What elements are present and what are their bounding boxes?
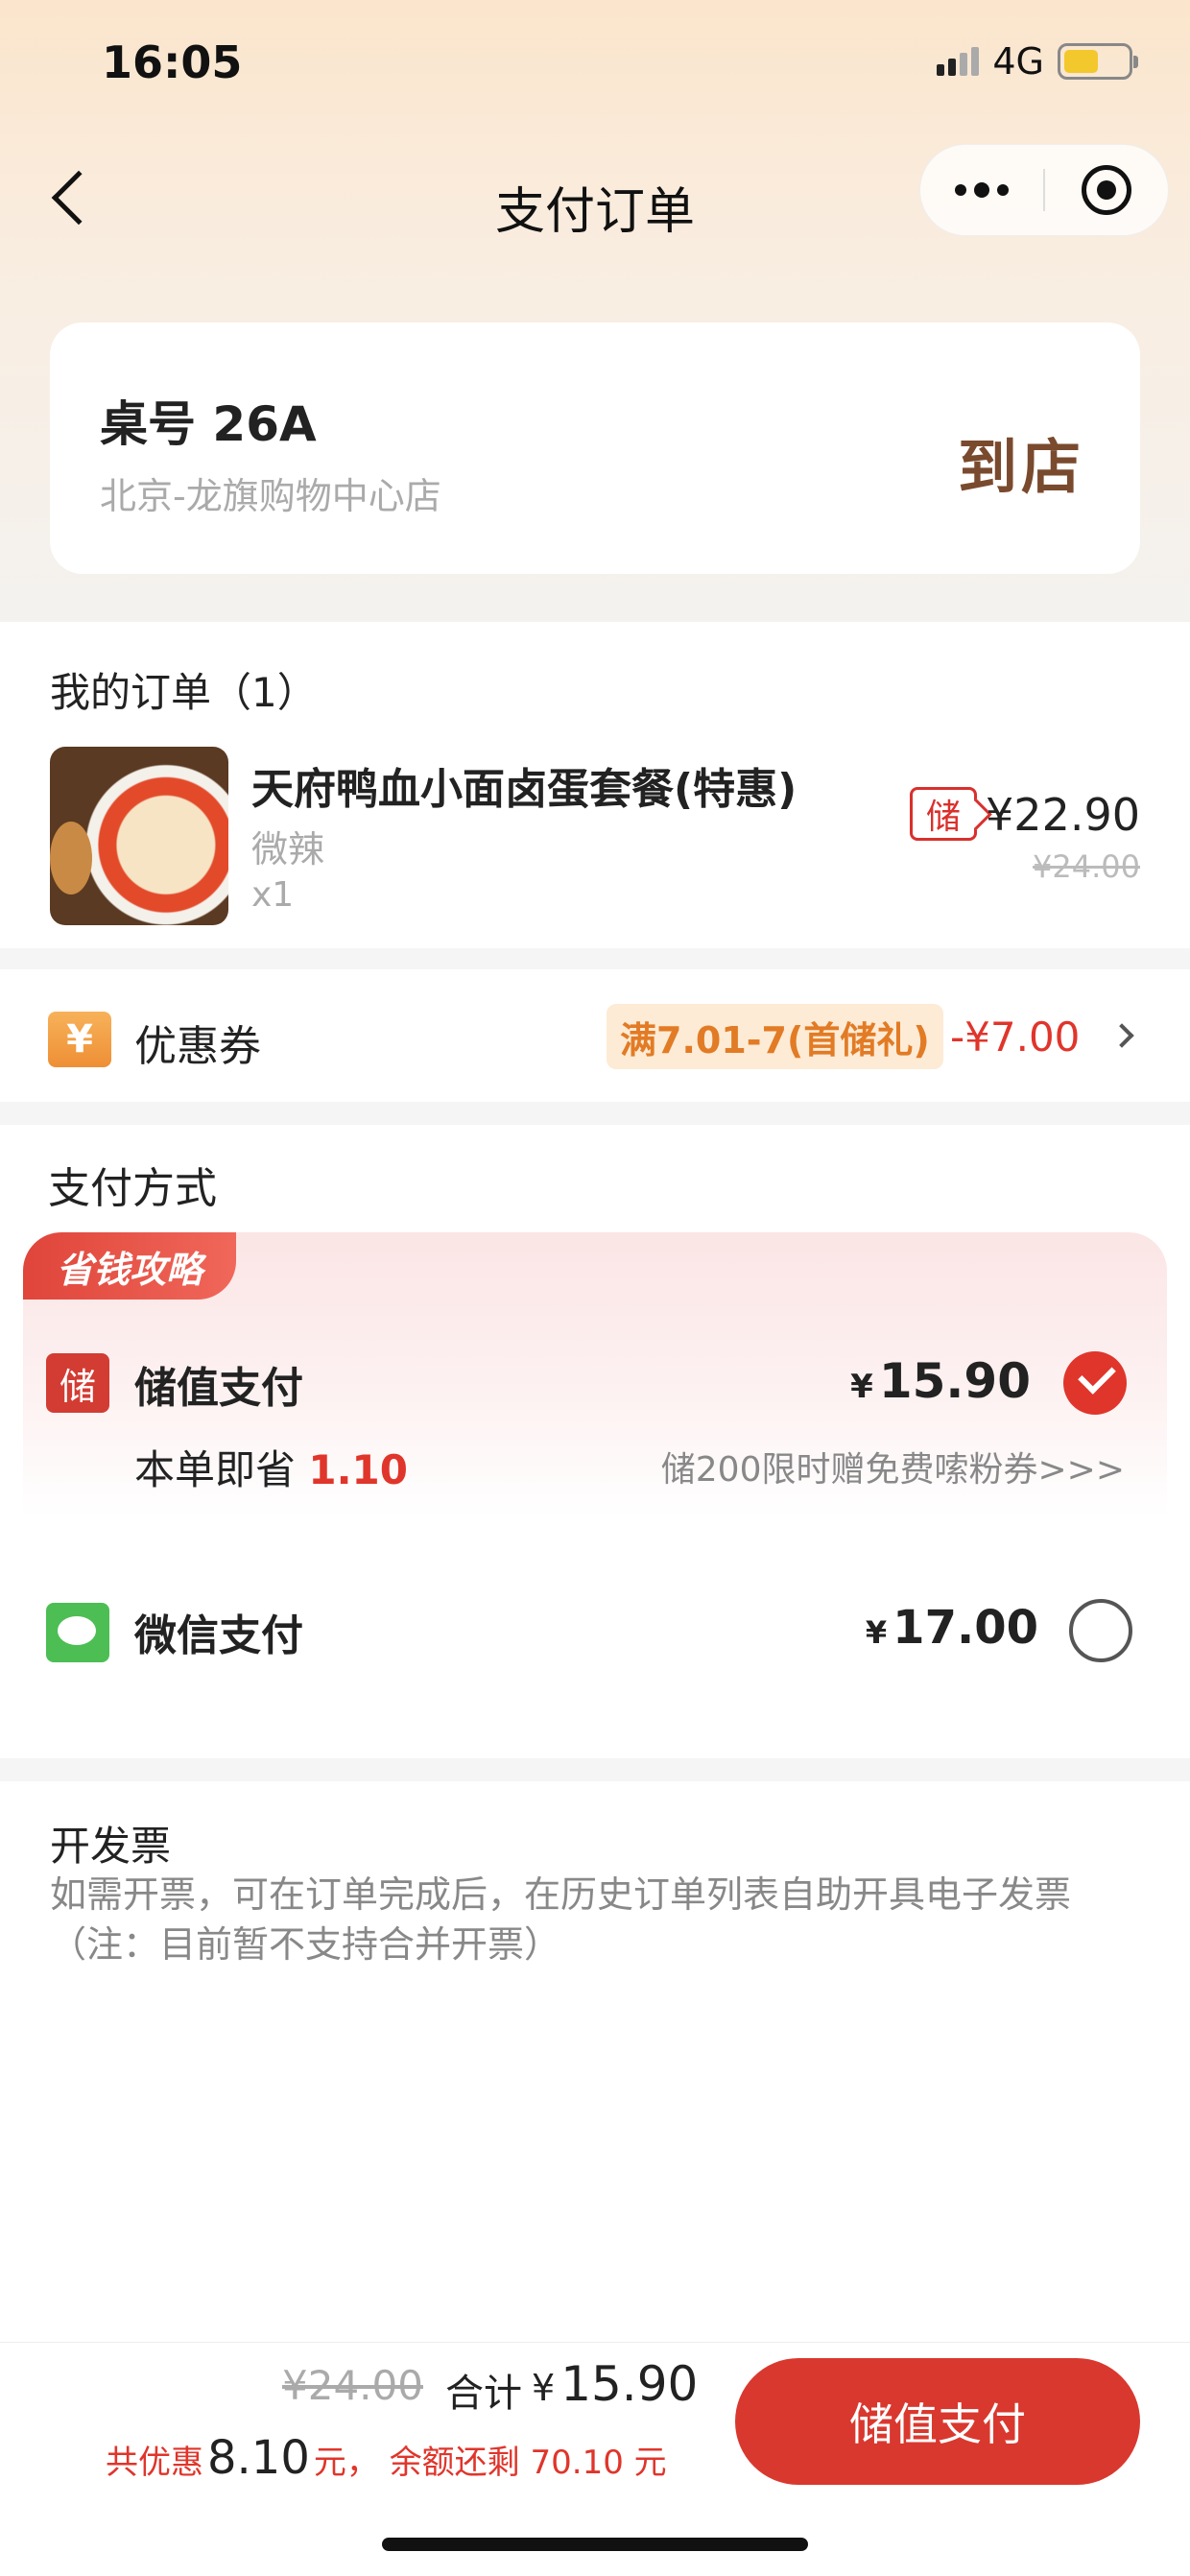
dine-in-tag: 到店: [957, 432, 1084, 502]
food-spec: 微辣: [251, 828, 325, 871]
wechat-pay-icon: [46, 1603, 109, 1662]
invoice-section: 开发票 如需开票，可在订单完成后，在历史订单列表自助开具电子发票 （注：目前暂不…: [0, 1781, 1190, 2346]
status-icons: 4G: [937, 40, 1138, 83]
stored-amount-value: 15.90: [878, 1353, 1031, 1409]
signal-icon: [937, 47, 980, 76]
wechat-radio-button[interactable]: [1069, 1599, 1132, 1662]
invoice-title: 开发票: [50, 1823, 172, 1870]
mini-program-capsule: [919, 144, 1169, 236]
stored-payment-label: 储值支付: [134, 1364, 303, 1413]
save-amount-line: 本单即省 1.10: [134, 1438, 408, 1496]
original-total: ¥24.00: [282, 2362, 423, 2409]
save-prefix: 本单即省: [134, 1446, 297, 1493]
wechat-pay-amount: ¥17.00: [866, 1601, 1038, 1655]
food-original-price: ¥24.00: [1033, 848, 1140, 885]
order-title: 我的订单（1）: [50, 669, 318, 716]
discount-prefix: 共优惠: [106, 2444, 203, 2482]
payment-section: 支付方式 省钱攻略 储 储值支付 ¥15.90 本单即省 1.10 储200限时…: [0, 1125, 1190, 1758]
total-label: 合计: [445, 2372, 522, 2416]
discount-unit: 元，: [313, 2444, 379, 2482]
close-target-icon[interactable]: [1045, 145, 1168, 235]
pay-button[interactable]: 储值支付: [735, 2358, 1140, 2485]
total-amount: 15.90: [560, 2356, 699, 2412]
food-name: 天府鸭血小面卤蛋套餐(特惠): [251, 765, 797, 814]
discount-amount: 8.10: [207, 2431, 310, 2485]
stored-payment-option[interactable]: 省钱攻略 储 储值支付 ¥15.90 本单即省 1.10 储200限时赠免费嗦粉…: [23, 1232, 1167, 1516]
currency-symbol: ¥: [850, 1368, 873, 1406]
save-amount: 1.10: [308, 1446, 409, 1493]
store-name: 北京-龙旗购物中心店: [100, 475, 441, 517]
food-quantity: x1: [251, 875, 295, 915]
store-card: 桌号 26A 北京-龙旗购物中心店 到店: [50, 322, 1140, 574]
more-dots-icon[interactable]: [920, 145, 1043, 235]
coupon-amount: -¥7.00: [950, 1014, 1081, 1061]
invoice-description: 如需开票，可在订单完成后，在历史订单列表自助开具电子发票 （注：目前暂不支持合并…: [50, 1870, 1071, 1969]
discount-summary: 共优惠8.10 元， 余额还剩 70.10 元: [106, 2431, 667, 2485]
coupon-yen-icon: ¥: [48, 1012, 111, 1067]
network-type: 4G: [992, 40, 1044, 83]
status-time: 16:05: [102, 36, 243, 88]
checkmark-selected-icon[interactable]: [1063, 1351, 1127, 1415]
save-money-tag: 省钱攻略: [23, 1232, 236, 1300]
stored-value-badge: 储: [910, 787, 977, 841]
wechat-amount-value: 17.00: [892, 1601, 1038, 1655]
total-value: ¥15.90: [532, 2356, 698, 2412]
recharge-promo-link[interactable]: 储200限时赠免费嗦粉券>>>: [661, 1442, 1125, 1491]
coupon-row[interactable]: ¥ 优惠券 满7.01-7(首储礼) -¥7.00: [0, 969, 1190, 1102]
coupon-tag: 满7.01-7(首储礼): [607, 1004, 943, 1069]
home-indicator: [382, 2538, 808, 2551]
wechat-pay-label[interactable]: 微信支付: [134, 1601, 303, 1662]
balance-text: 余额还剩 70.10 元: [389, 2444, 667, 2482]
payment-title: 支付方式: [48, 1164, 217, 1213]
stored-value-icon: 储: [46, 1353, 109, 1413]
currency-symbol: ¥: [532, 2367, 556, 2409]
order-section: 我的订单（1） 天府鸭血小面卤蛋套餐(特惠) 微辣 x1 储 ¥22.90 ¥2…: [0, 622, 1190, 948]
coupon-label: 优惠券: [134, 1022, 261, 1071]
invoice-line-2: （注：目前暂不支持合并开票）: [50, 1923, 561, 1966]
invoice-line-1: 如需开票，可在订单完成后，在历史订单列表自助开具电子发票: [50, 1873, 1072, 1916]
table-number: 桌号 26A: [100, 396, 317, 452]
currency-symbol: ¥: [865, 1614, 888, 1651]
food-image: [50, 747, 228, 925]
battery-icon: [1058, 43, 1138, 80]
food-price: ¥22.90: [986, 789, 1140, 841]
chevron-right-icon[interactable]: [1109, 1023, 1134, 1048]
stored-payment-amount: ¥15.90: [850, 1353, 1031, 1409]
